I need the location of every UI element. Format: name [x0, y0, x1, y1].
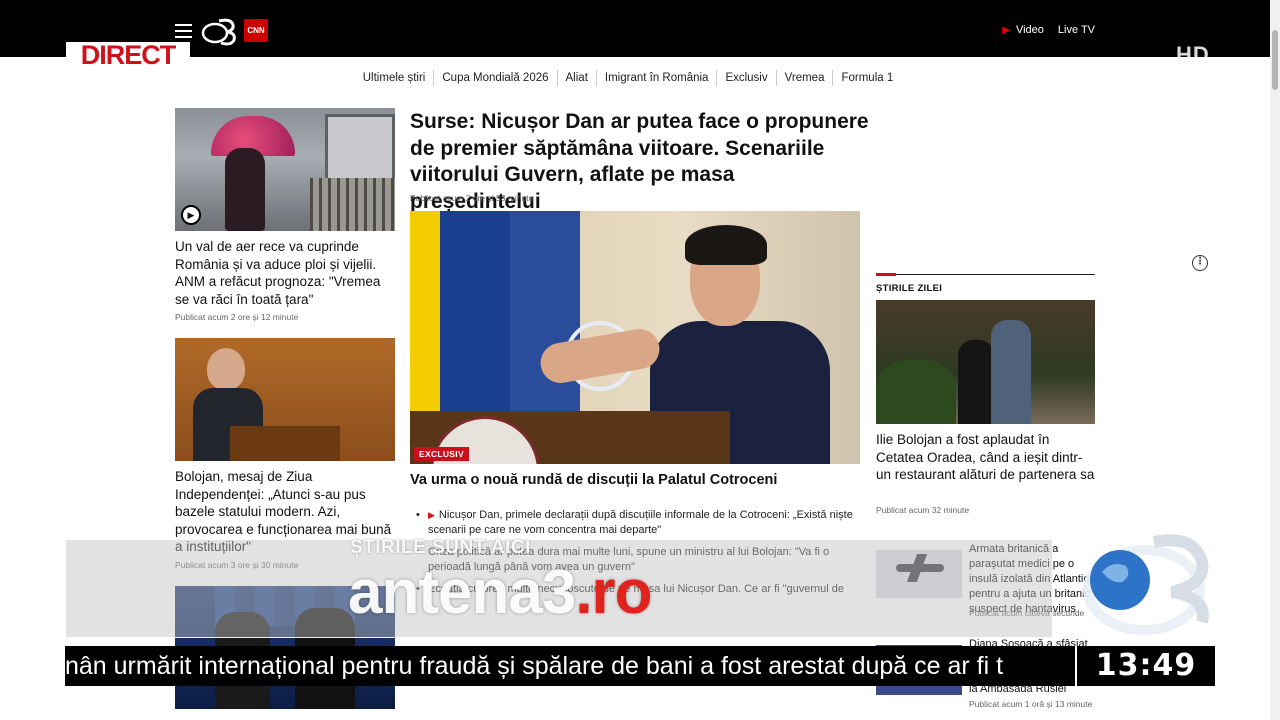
related-item[interactable]: ▶Nicușor Dan, primele declarații după di… — [416, 508, 856, 537]
section-divider — [876, 273, 1095, 276]
play-icon[interactable]: ▶ — [181, 205, 201, 225]
direct-label: DIRECT — [80, 40, 177, 70]
nav-formula-1[interactable]: Formula 1 — [833, 70, 901, 86]
scrollbar-thumb[interactable] — [1272, 30, 1278, 90]
scrollbar[interactable] — [1270, 0, 1280, 720]
article-title[interactable]: Un val de aer rece va cuprinde România ș… — [175, 238, 395, 308]
hamburger-icon[interactable] — [175, 24, 192, 38]
video-label: Video — [1015, 24, 1044, 36]
article-thumbnail[interactable]: ▶ — [175, 108, 395, 231]
person-image — [225, 148, 265, 231]
cnn-logo[interactable]: CNN — [244, 19, 268, 42]
nav-vremea[interactable]: Vremea — [777, 70, 834, 86]
tram-image — [325, 114, 395, 184]
podium-image — [230, 426, 340, 461]
featured-title[interactable]: Ilie Bolojan a fost aplaudat în Cetatea … — [876, 431, 1095, 484]
exclusive-badge: EXCLUSIV — [414, 447, 469, 461]
featured-time: Publicat acum 32 minute — [876, 505, 970, 515]
antena3-logo[interactable] — [201, 15, 241, 47]
top-bar: CNN ▶ Video Live TV — [0, 0, 1280, 57]
news-time: Publicat acum 1 oră și 13 minute — [969, 699, 1093, 709]
main-time: Publicat acum 2 ore și 53 minute — [410, 193, 534, 203]
news-ticker: nân urmărit internațional pentru fraudă … — [65, 646, 1215, 686]
nav-exclusiv[interactable]: Exclusiv — [717, 70, 777, 86]
play-icon: ▶ — [1002, 25, 1010, 36]
nav-aliat[interactable]: Aliat — [558, 70, 597, 86]
video-link[interactable]: ▶ Video — [1002, 24, 1044, 36]
hd-watermark: HD — [1176, 42, 1210, 67]
ticker-clock: 13:49 — [1075, 646, 1215, 686]
nav-imigrant[interactable]: Imigrant în România — [597, 70, 718, 86]
article-thumbnail[interactable] — [175, 338, 395, 461]
section-nav: Ultimele știri Cupa Mondială 2026 Aliat … — [0, 70, 1256, 86]
related-item-text[interactable]: Nicușor Dan, primele declarații după dis… — [428, 509, 853, 536]
promo-site-main: antena3 — [348, 558, 576, 627]
article-card-bolojan[interactable]: Bolojan, mesaj de Ziua Independenței: „A… — [175, 338, 395, 570]
more-vertical-icon[interactable]: ⋮ — [1192, 255, 1208, 271]
nav-cupa-mondiala[interactable]: Cupa Mondială 2026 — [434, 70, 558, 86]
stirile-zilei-heading: ȘTIRILE ZILEI — [876, 283, 943, 294]
video-icon: ▶ — [428, 510, 435, 520]
article-card-weather[interactable]: ▶ Un val de aer rece va cuprinde România… — [175, 108, 395, 322]
nato-flag-image — [510, 211, 635, 441]
romania-flag-image — [410, 211, 440, 431]
railing-image — [310, 178, 395, 231]
direct-badge: DIRECT — [66, 40, 190, 70]
promo-site-tld: .ro — [575, 558, 652, 627]
ticker-text: nân urmărit internațional pentru fraudă … — [65, 652, 1004, 680]
nav-ultimele-stiri[interactable]: Ultimele știri — [355, 70, 435, 86]
globe-logo-icon — [1083, 534, 1209, 635]
promo-site-name: antena3.ro — [348, 556, 653, 630]
top-nav: ▶ Video Live TV — [1002, 24, 1095, 36]
live-tv-link[interactable]: Live TV — [1058, 24, 1095, 36]
main-image[interactable] — [410, 211, 860, 464]
main-subheadline[interactable]: Va urma o nouă rundă de discuții la Pala… — [410, 472, 777, 488]
article-time: Publicat acum 2 ore și 12 minute — [175, 312, 299, 322]
featured-image[interactable] — [876, 300, 1095, 424]
